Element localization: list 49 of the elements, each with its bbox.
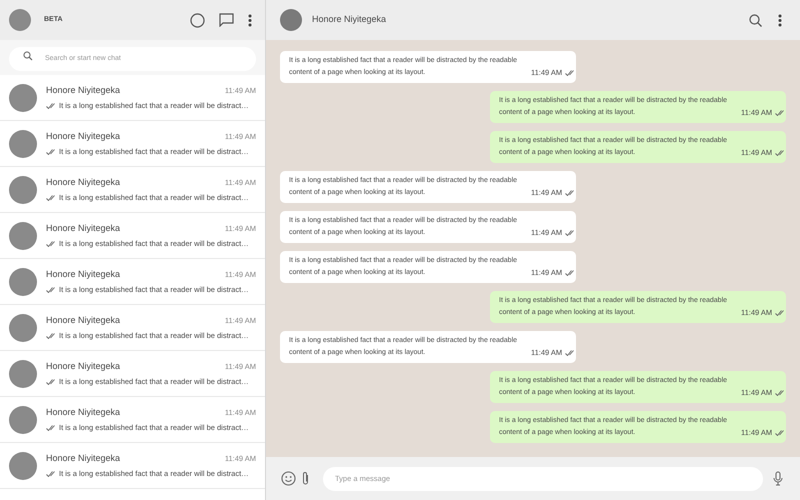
- double-check-icon: [46, 148, 56, 155]
- contact-name: Honore Niyitegeka: [46, 84, 120, 97]
- double-check-icon: [565, 230, 576, 236]
- double-check-icon: [775, 310, 786, 316]
- avatar-placeholder: [9, 406, 37, 434]
- contact-name: Honore Niyitegeka: [46, 360, 120, 373]
- avatar-placeholder: [9, 84, 37, 112]
- double-check-icon: [46, 378, 56, 385]
- avatar-placeholder: [9, 314, 37, 342]
- menu-icon[interactable]: [248, 14, 252, 26]
- double-check-icon: [565, 70, 576, 76]
- menu-icon[interactable]: [778, 14, 782, 26]
- double-check-icon: [46, 240, 56, 247]
- avatar-placeholder: [9, 452, 37, 480]
- contact-name: Honore Niyitegeka: [46, 176, 120, 189]
- contact-name: Honore Niyitegeka: [46, 130, 120, 143]
- smiley-icon[interactable]: [281, 471, 296, 486]
- double-check-icon: [46, 286, 56, 293]
- avatar-placeholder: [9, 222, 37, 250]
- contact-name: Honore Niyitegeka: [46, 406, 120, 419]
- avatar-placeholder: [9, 176, 37, 204]
- avatar-placeholder[interactable]: [9, 9, 31, 31]
- double-check-icon: [46, 470, 56, 477]
- double-check-icon: [775, 110, 786, 116]
- contact-name: Honore Niyitegeka: [46, 452, 120, 465]
- avatar-placeholder: [9, 360, 37, 388]
- double-check-icon: [46, 424, 56, 431]
- status-icon[interactable]: [190, 12, 205, 28]
- search-icon[interactable]: [749, 14, 762, 26]
- avatar-placeholder: [9, 268, 37, 296]
- microphone-icon[interactable]: [773, 471, 783, 486]
- contact-name: Honore Niyitegeka: [46, 268, 120, 281]
- double-check-icon: [565, 190, 576, 196]
- search-icon: [23, 51, 33, 62]
- avatar-placeholder: [9, 130, 37, 158]
- contact-name: Honore Niyitegeka: [46, 222, 120, 235]
- double-check-icon: [775, 390, 786, 396]
- contact-name: Honore Niyitegeka: [312, 13, 386, 26]
- double-check-icon: [565, 270, 576, 276]
- double-check-icon: [46, 102, 56, 109]
- double-check-icon: [775, 150, 786, 156]
- double-check-icon: [46, 194, 56, 201]
- avatar-placeholder[interactable]: [280, 9, 302, 31]
- paperclip-icon[interactable]: [302, 471, 309, 486]
- double-check-icon: [565, 350, 576, 356]
- contact-name: Honore Niyitegeka: [46, 314, 120, 327]
- double-check-icon: [775, 430, 786, 436]
- chat-icon[interactable]: [219, 13, 234, 27]
- double-check-icon: [46, 332, 56, 339]
